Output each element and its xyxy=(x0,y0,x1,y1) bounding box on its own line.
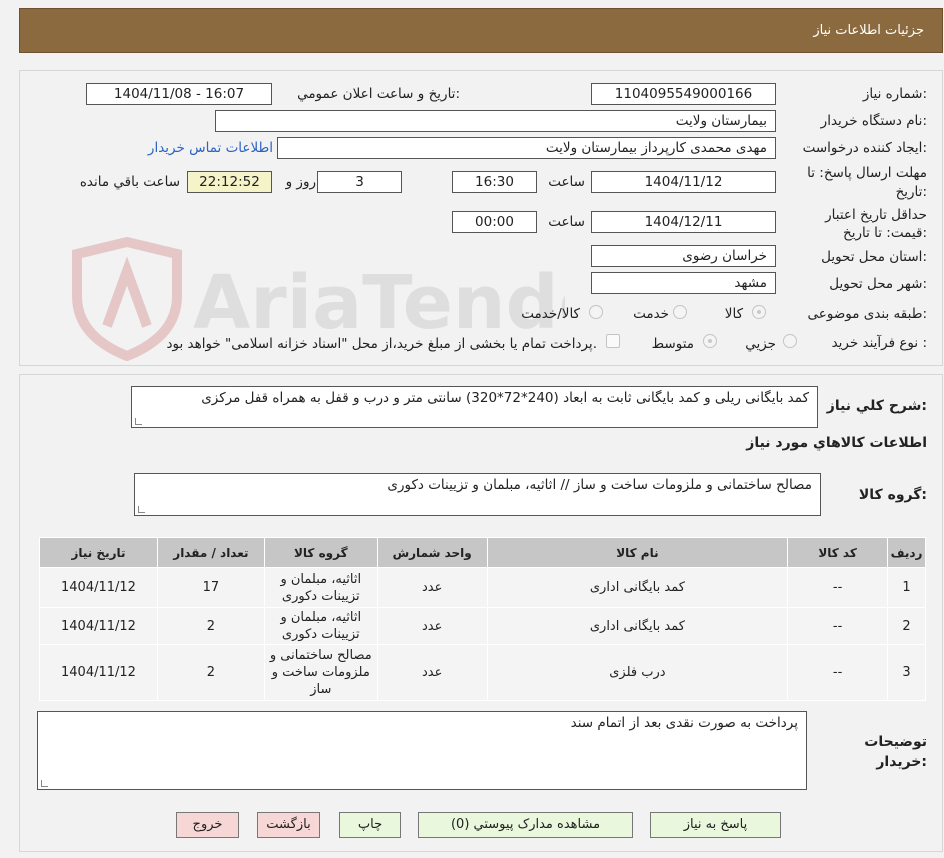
cell-item-code: -- xyxy=(787,644,889,701)
back-button[interactable]: بازگشت xyxy=(257,812,320,838)
response-days-label: روز و xyxy=(285,174,316,190)
buyer-notes-label: توضيحات خريدار: xyxy=(864,734,927,770)
goods-table: رديف کد کالا نام کالا واحد شمارش گروه کا… xyxy=(39,537,926,701)
resize-grip-icon[interactable] xyxy=(138,506,145,513)
response-deadline-label: مهلت ارسال پاسخ: تا تاریخ: xyxy=(807,165,927,200)
col-header-item-name: نام کالا xyxy=(486,537,789,568)
cell-quantity: 2 xyxy=(156,644,265,701)
goods-section-title: اطلاعات کالاهاي مورد نياز xyxy=(746,435,927,451)
cell-need-date: 1404/11/12 xyxy=(39,567,158,608)
cell-goods-group: اثاثیه، مبلمان و تزیینات دکوری xyxy=(263,567,378,608)
purchase-minor-radio[interactable] xyxy=(783,334,797,348)
goods-group-text: مصالح ساختمانی و ملزومات ساخت و ساز // ا… xyxy=(387,477,812,493)
province-label: استان محل تحویل: xyxy=(821,249,927,265)
cell-unit: عدد xyxy=(376,607,488,645)
treasury-bonds-checkbox[interactable] xyxy=(606,334,620,348)
category-label: طبقه بندی موضوعی: xyxy=(807,306,927,322)
price-validity-date: 1404/12/11 xyxy=(591,211,776,233)
cell-item-name: کمد بایگانی اداری xyxy=(486,567,789,608)
page-title: جزئیات اطلاعات نیاز xyxy=(813,23,924,38)
cell-quantity: 2 xyxy=(156,607,265,645)
cell-need-date: 1404/11/12 xyxy=(39,644,158,701)
cell-row-number: 1 xyxy=(887,567,926,608)
print-button[interactable]: چاپ xyxy=(339,812,401,838)
goods-table-header-row: رديف کد کالا نام کالا واحد شمارش گروه کا… xyxy=(39,537,926,568)
need-number-label: شماره نیاز: xyxy=(862,86,927,102)
cell-item-name: درب فلزی xyxy=(486,644,789,701)
buyer-contact-link[interactable]: اطلاعات تماس خریدار xyxy=(148,140,273,156)
response-remaining-label: ساعت باقي مانده xyxy=(79,174,180,190)
respond-to-need-button[interactable]: پاسخ به نیاز xyxy=(650,812,781,838)
exit-button[interactable]: خروج xyxy=(176,812,239,838)
summary-text: کمد بایگانی ریلی و کمد بایگانی ثابت به ا… xyxy=(201,390,809,406)
cell-row-number: 3 xyxy=(887,644,926,701)
col-header-quantity: تعداد / مقدار xyxy=(156,537,265,568)
requester-field: مهدی محمدی کارپرداز بیمارستان ولایت xyxy=(277,137,776,159)
table-row: 2 -- کمد بایگانی اداری عدد اثاثیه، مبلما… xyxy=(39,607,926,645)
table-row: 1 -- کمد بایگانی اداری عدد اثاثیه، مبلما… xyxy=(39,567,926,608)
province-field: خراسان رضوی xyxy=(591,245,776,267)
category-goods-service-label: کالا/خدمت xyxy=(521,306,580,322)
col-header-unit: واحد شمارش xyxy=(376,537,488,568)
resize-grip-icon[interactable] xyxy=(41,780,48,787)
response-days-field: 3 xyxy=(317,171,402,193)
response-deadline-time: 16:30 xyxy=(452,171,537,193)
response-time-label: ساعت xyxy=(548,174,585,190)
purchase-medium-label: متوسط xyxy=(651,336,694,352)
goods-group-label: گروه کالا: xyxy=(858,487,927,503)
price-validity-time: 00:00 xyxy=(452,211,537,233)
price-validity-time-label: ساعت xyxy=(548,214,585,230)
announce-datetime-field: 1404/11/08 - 16:07 xyxy=(86,83,272,105)
price-validity-label: حداقل تاریخ اعتبار قیمت: تا تاریخ: xyxy=(825,207,927,241)
cell-item-code: -- xyxy=(787,567,889,608)
requester-label: ایجاد کننده درخواست: xyxy=(802,140,927,156)
goods-group-textarea: مصالح ساختمانی و ملزومات ساخت و ساز // ا… xyxy=(134,473,821,516)
buyer-org-label: نام دستگاه خریدار: xyxy=(820,113,927,129)
cell-item-name: کمد بایگانی اداری xyxy=(486,607,789,645)
col-header-row-number: رديف xyxy=(887,537,926,568)
buyer-notes-textarea: پرداخت به صورت نقدی بعد از اتمام سند xyxy=(37,711,807,790)
need-number-field: 1104095549000166 xyxy=(591,83,776,105)
purchase-minor-label: جزیي xyxy=(745,336,776,352)
cell-row-number: 2 xyxy=(887,607,926,645)
col-header-goods-group: گروه کالا xyxy=(263,537,378,568)
cell-quantity: 17 xyxy=(156,567,265,608)
category-service-label: خدمت xyxy=(633,306,669,322)
cell-item-code: -- xyxy=(787,607,889,645)
buyer-org-field: بیمارستان ولایت xyxy=(215,110,776,132)
table-row: 3 -- درب فلزی عدد مصالح ساختمانی و ملزوم… xyxy=(39,644,926,701)
cell-goods-group: مصالح ساختمانی و ملزومات ساخت و ساز xyxy=(263,644,378,701)
cell-goods-group: اثاثیه، مبلمان و تزیینات دکوری xyxy=(263,607,378,645)
category-goods-service-radio[interactable] xyxy=(589,305,603,319)
category-goods-radio[interactable] xyxy=(752,305,766,319)
resize-grip-icon[interactable] xyxy=(135,418,142,425)
cell-need-date: 1404/11/12 xyxy=(39,607,158,645)
col-header-item-code: کد کالا xyxy=(787,537,889,568)
summary-textarea: کمد بایگانی ریلی و کمد بایگانی ثابت به ا… xyxy=(131,386,818,428)
response-remaining-time: 22:12:52 xyxy=(187,171,272,193)
category-goods-label: کالا xyxy=(724,306,743,322)
summary-label: شرح کلي نياز: xyxy=(826,398,927,414)
category-service-radio[interactable] xyxy=(673,305,687,319)
page-header-bar: جزئیات اطلاعات نیاز xyxy=(19,8,943,53)
city-label: شهر محل تحویل: xyxy=(829,276,927,292)
col-header-need-date: تاریخ نیاز xyxy=(39,537,158,568)
response-deadline-date: 1404/11/12 xyxy=(591,171,776,193)
purchase-type-label: نوع فرآیند خرید : xyxy=(831,335,927,351)
view-attachments-button[interactable]: مشاهده مدارک پیوستي (0) xyxy=(418,812,633,838)
purchase-medium-radio[interactable] xyxy=(703,334,717,348)
city-field: مشهد xyxy=(591,272,776,294)
treasury-bonds-note: پرداخت تمام یا بخشی از مبلغ خرید،از محل … xyxy=(166,336,597,352)
svg-text:AriaTender.neT: AriaTender.neT xyxy=(193,260,565,346)
cell-unit: عدد xyxy=(376,567,488,608)
buyer-notes-text: پرداخت به صورت نقدی بعد از اتمام سند xyxy=(570,715,798,731)
cell-unit: عدد xyxy=(376,644,488,701)
announce-datetime-label: تاریخ و ساعت اعلان عمومي: xyxy=(297,86,460,102)
